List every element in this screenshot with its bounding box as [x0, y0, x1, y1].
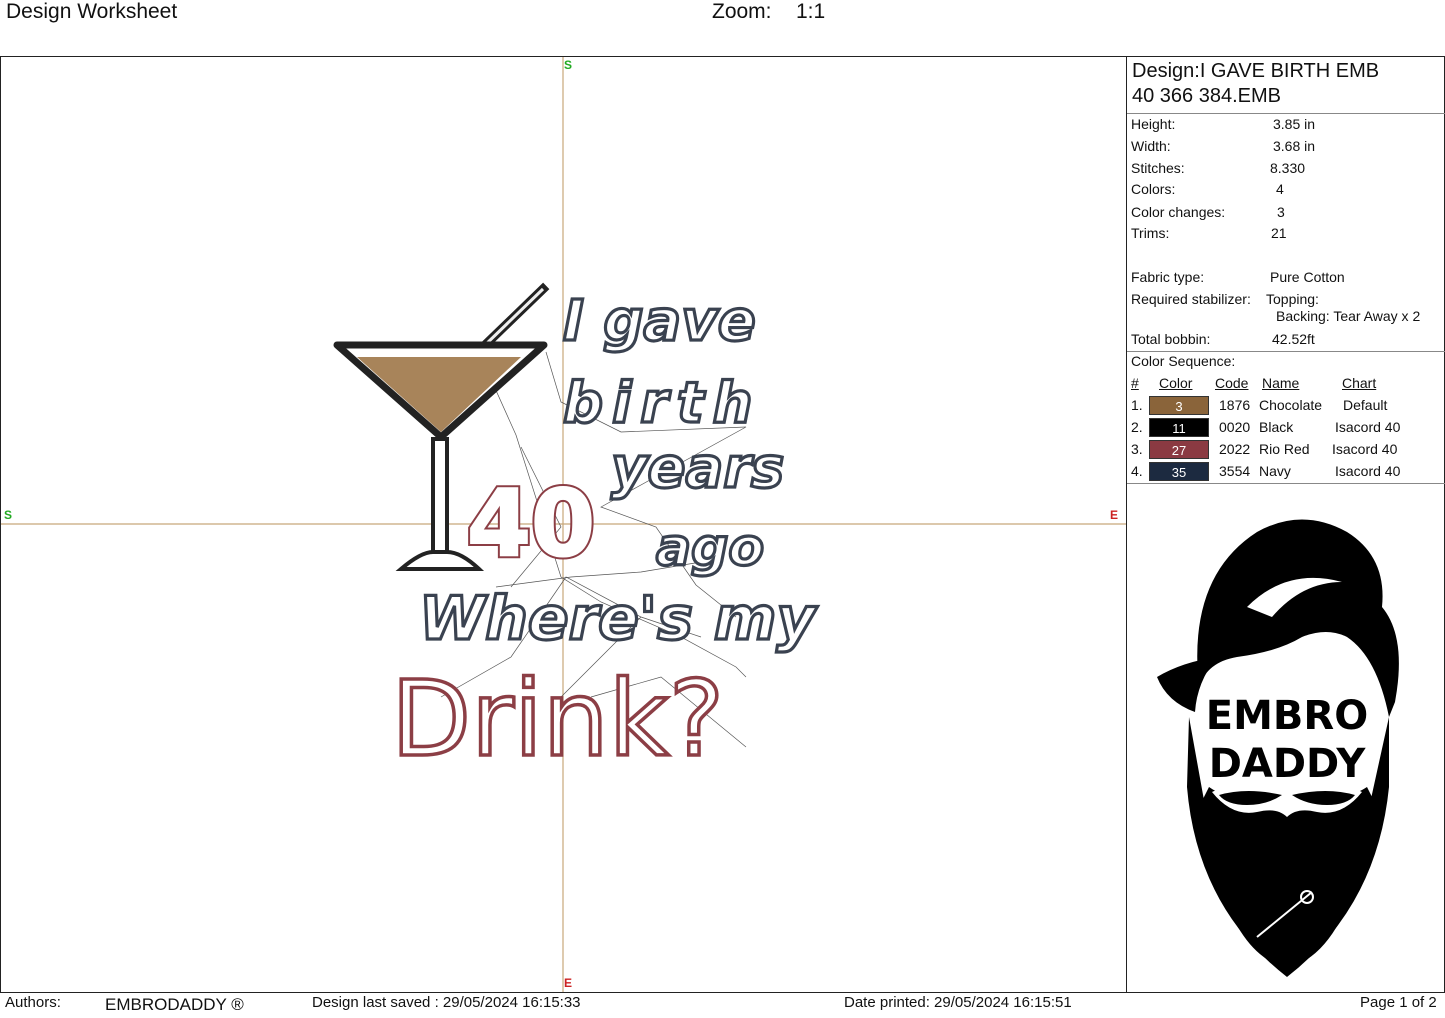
info-width: Width: 3.68 in	[1131, 138, 1443, 158]
info-label: Total bobbin:	[1131, 331, 1211, 347]
info-label: Width:	[1131, 138, 1171, 154]
info-value: 4	[1276, 181, 1284, 197]
embrodaddy-logo: EMBRO DADDY	[1127, 487, 1445, 992]
axis-label-top: S	[564, 58, 573, 72]
row-chart: Default	[1343, 397, 1388, 413]
col-header-code: Code	[1215, 375, 1249, 391]
color-swatch: 27	[1149, 440, 1209, 459]
text-line-years: years	[611, 436, 784, 501]
info-label: Fabric type:	[1131, 269, 1205, 285]
text-line-drink: Drink?	[391, 658, 724, 780]
col-header-num: #	[1131, 375, 1139, 391]
text-line-i-gave: I gave	[563, 289, 756, 354]
info-label: Colors:	[1131, 181, 1176, 197]
authors-value: EMBRODADDY ®	[105, 995, 244, 1014]
design-filename: Design:I GAVE BIRTH EMB 40 366 384.EMB	[1132, 59, 1379, 109]
col-header-chart: Chart	[1342, 375, 1377, 391]
info-label: Trims:	[1131, 225, 1170, 241]
info-fabric: Fabric type: Pure Cotton	[1131, 269, 1443, 289]
info-value: Pure Cotton	[1270, 269, 1345, 285]
color-row: 2. 11 0020 Black Isacord 40	[1127, 417, 1445, 439]
info-value: 3.85 in	[1273, 116, 1316, 132]
design-info-panel: Design:I GAVE BIRTH EMB 40 366 384.EMB H…	[1126, 57, 1445, 992]
row-chart: Isacord 40	[1335, 463, 1401, 479]
color-row: 3. 27 2022 Rio Red Isacord 40	[1127, 439, 1445, 461]
row-chart: Isacord 40	[1332, 441, 1398, 457]
color-swatch: 35	[1149, 462, 1209, 481]
info-value: Backing: Tear Away x 2	[1276, 308, 1421, 324]
info-value: 3.68 in	[1273, 138, 1316, 154]
axis-label-bottom: E	[564, 976, 573, 990]
row-name: Chocolate	[1259, 397, 1323, 413]
info-trims: Trims: 21	[1131, 225, 1443, 245]
row-code: 0020	[1219, 419, 1251, 435]
design-name-line2: 40 366 384.EMB	[1132, 85, 1281, 107]
row-code: 2022	[1219, 441, 1251, 457]
color-swatch: 11	[1149, 418, 1209, 437]
row-num: 2.	[1131, 419, 1143, 435]
info-value: 42.52ft	[1272, 331, 1315, 347]
row-num: 3.	[1131, 441, 1143, 457]
row-name: Black	[1259, 419, 1294, 435]
row-num: 4.	[1131, 463, 1143, 479]
col-header-name: Name	[1262, 375, 1300, 391]
text-line-birth: birth	[563, 371, 762, 436]
last-saved: Design last saved : 29/05/2024 16:15:33	[312, 994, 581, 1011]
info-value: 21	[1271, 225, 1287, 241]
page-number: Page 1 of 2	[1360, 994, 1437, 1011]
logo-text-daddy: DADDY	[1209, 741, 1367, 787]
axis-label-right: E	[1110, 508, 1119, 522]
design-name-line1: Design:I GAVE BIRTH EMB	[1132, 60, 1380, 82]
color-row: 1. 3 1876 Chocolate Default	[1127, 395, 1445, 417]
design-number-40: 40 40	[464, 467, 598, 580]
info-label: Color changes:	[1131, 204, 1226, 220]
date-printed: Date printed: 29/05/2024 16:15:51	[844, 994, 1072, 1011]
col-header-color: Color	[1159, 375, 1193, 391]
zoom-label: Zoom:	[712, 0, 772, 23]
info-label: Required stabilizer:	[1131, 291, 1251, 307]
row-code: 1876	[1219, 397, 1251, 413]
divider	[1127, 351, 1445, 352]
divider	[1127, 483, 1445, 484]
authors-label: Authors:	[5, 994, 61, 1011]
color-swatch: 3	[1149, 396, 1209, 415]
info-bobbin: Total bobbin: 42.52ft	[1131, 331, 1443, 351]
row-name: Rio Red	[1259, 441, 1310, 457]
info-height: Height: 3.85 in	[1131, 116, 1443, 136]
row-name: Navy	[1259, 463, 1291, 479]
bearded-man-logo: EMBRO DADDY	[1157, 519, 1399, 977]
number-40-inner: 40	[467, 470, 595, 577]
divider	[1127, 113, 1445, 114]
info-value: 8.330	[1270, 160, 1306, 176]
color-row: 4. 35 3554 Navy Isacord 40	[1127, 461, 1445, 483]
axis-label-left: S	[4, 508, 13, 522]
design-preview: 40 40 I gave birth years ago Where's my …	[1, 57, 1126, 992]
info-value: 3	[1277, 204, 1285, 220]
info-label: Stitches:	[1131, 160, 1185, 176]
info-value: Topping:	[1266, 291, 1319, 307]
row-chart: Isacord 40	[1335, 419, 1401, 435]
info-colors: Colors: 4	[1131, 181, 1443, 201]
text-line-ago: ago	[656, 518, 764, 578]
info-backing: Backing: Tear Away x 2	[1131, 308, 1443, 328]
text-line-wheres-my: Where's my	[419, 584, 818, 654]
row-num: 1.	[1131, 397, 1143, 413]
info-label: Height:	[1131, 116, 1176, 132]
zoom-value: 1:1	[796, 0, 826, 23]
worksheet-title: Design Worksheet	[6, 0, 178, 23]
info-stitches: Stitches: 8.330	[1131, 160, 1443, 180]
color-sequence-title: Color Sequence:	[1131, 353, 1236, 369]
row-code: 3554	[1219, 463, 1251, 479]
design-canvas: 40 40 I gave birth years ago Where's my …	[1, 57, 1126, 992]
info-color-changes: Color changes: 3	[1131, 204, 1443, 224]
logo-text-embro: EMBRO	[1206, 693, 1368, 739]
